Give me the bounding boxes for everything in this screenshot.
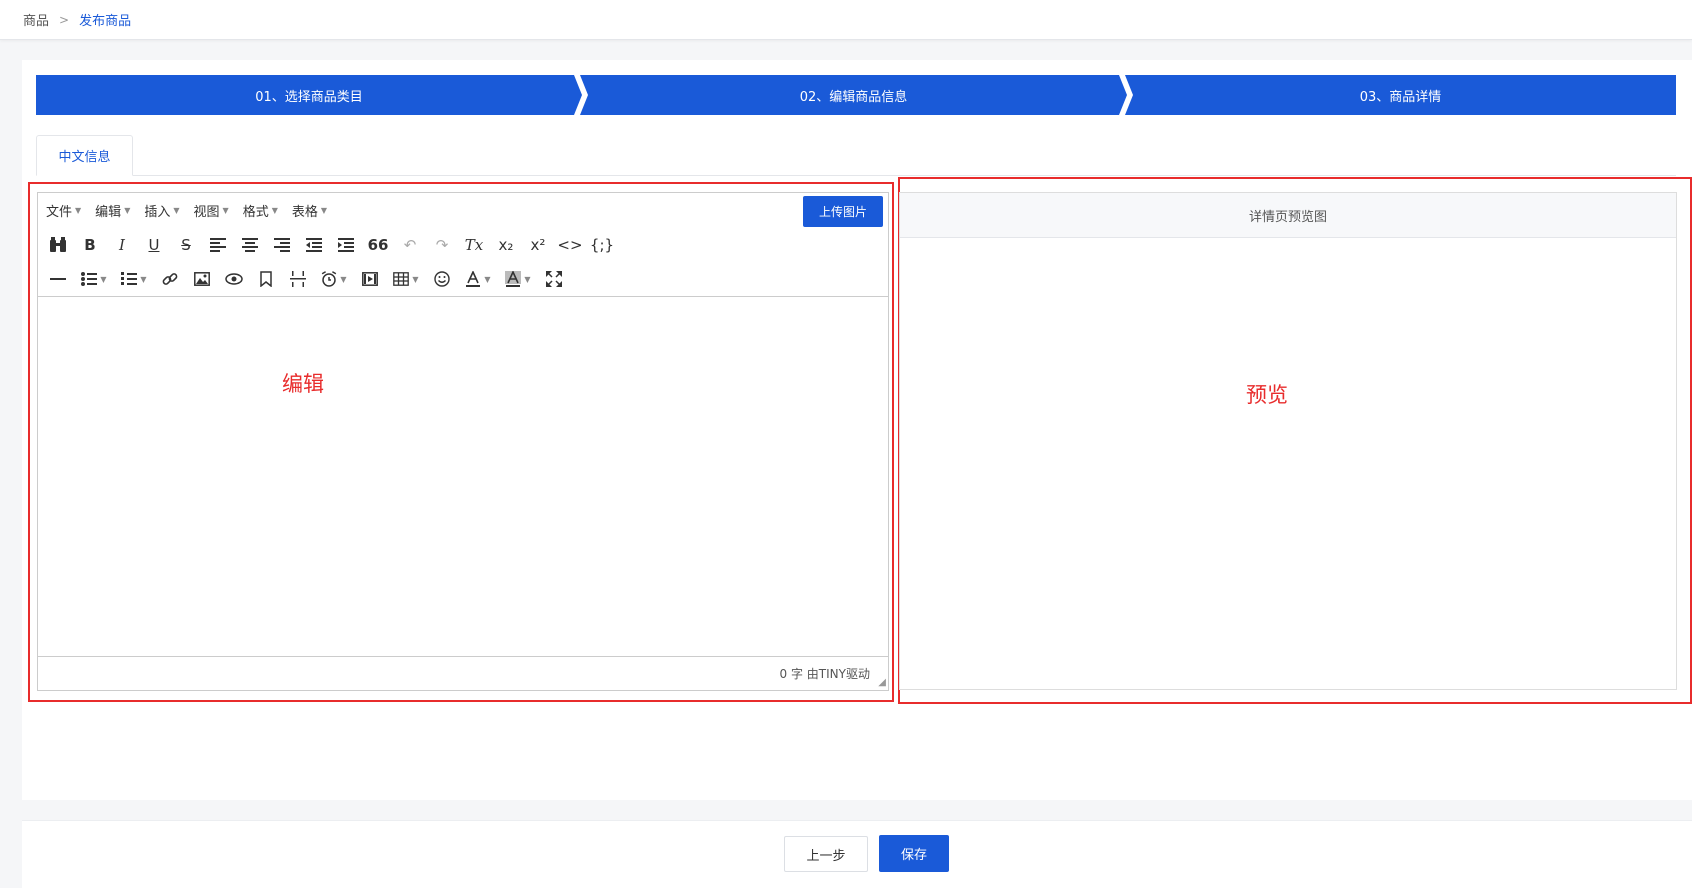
- menu-file[interactable]: 文件 ▼: [46, 201, 81, 220]
- annotation-preview-label: 预览: [1246, 383, 1288, 407]
- editor-content-area[interactable]: [38, 296, 888, 657]
- caret-down-icon: ▼: [320, 205, 328, 215]
- caret-down-icon: ▼: [173, 205, 180, 215]
- editor-toolbar-row-1: B I U S 66 ↶ ↷ Tx x₂ x² <> {;}: [38, 229, 888, 261]
- table-icon[interactable]: ▼: [388, 265, 424, 293]
- tab-bar: 中文信息: [36, 135, 1676, 176]
- menu-file-label: 文件: [46, 204, 73, 220]
- menu-view[interactable]: 视图 ▼: [194, 201, 229, 220]
- align-left-icon[interactable]: [204, 231, 232, 259]
- breadcrumb-separator: >: [59, 12, 70, 27]
- menu-insert-label: 插入: [144, 204, 171, 220]
- menu-view-label: 视图: [193, 204, 220, 220]
- resize-handle-icon[interactable]: ◢: [878, 677, 886, 688]
- numbered-list-icon[interactable]: ▼: [116, 265, 152, 293]
- annotation-edit-label: 编辑: [282, 372, 324, 396]
- fullscreen-icon[interactable]: [540, 265, 568, 293]
- background-color-icon[interactable]: ▼: [500, 265, 536, 293]
- horizontal-rule-icon[interactable]: [44, 265, 72, 293]
- preview-eye-icon[interactable]: [220, 265, 248, 293]
- menu-format[interactable]: 格式 ▼: [243, 201, 278, 220]
- undo-icon[interactable]: ↶: [396, 231, 424, 259]
- media-icon[interactable]: [356, 265, 384, 293]
- align-right-icon[interactable]: [268, 231, 296, 259]
- menu-table-label: 表格: [291, 204, 318, 220]
- step-select-category: 01、选择商品类目: [36, 75, 582, 115]
- emoticon-icon[interactable]: [428, 265, 456, 293]
- alarm-clock-icon[interactable]: ▼: [316, 265, 352, 293]
- bold-icon[interactable]: B: [76, 231, 104, 259]
- subscript-icon[interactable]: x₂: [492, 231, 520, 259]
- preview-header: 详情页预览图: [900, 193, 1676, 238]
- breadcrumb-current: 发布商品: [79, 14, 132, 29]
- clear-format-icon[interactable]: Tx: [460, 231, 488, 259]
- step-progress: 01、选择商品类目 02、编辑商品信息 03、商品详情: [36, 75, 1676, 115]
- caret-down-icon: ▼: [222, 205, 229, 215]
- bullet-list-icon[interactable]: ▼: [76, 265, 112, 293]
- word-count-status: 0 字 由TINY驱动: [779, 666, 870, 681]
- detail-preview-panel: 详情页预览图: [899, 192, 1677, 690]
- tab-chinese-info[interactable]: 中文信息: [36, 135, 133, 176]
- underline-icon[interactable]: U: [140, 231, 168, 259]
- align-center-icon[interactable]: [236, 231, 264, 259]
- editor-toolbar-row-2: ▼ ▼ ▼ ▼ ▼ ▼: [38, 263, 888, 295]
- menu-insert[interactable]: 插入 ▼: [144, 201, 179, 220]
- breadcrumb-root[interactable]: 商品: [23, 10, 49, 29]
- caret-down-icon: ▼: [271, 205, 278, 215]
- step-edit-info: 02、编辑商品信息: [580, 75, 1127, 115]
- code-icon[interactable]: <>: [556, 231, 584, 259]
- find-replace-icon[interactable]: [44, 231, 72, 259]
- editor-menubar: 文件 ▼ 编辑 ▼ 插入 ▼ 视图 ▼ 格式 ▼ 表格 ▼ 上传图片: [38, 193, 888, 227]
- previous-step-button[interactable]: 上一步: [784, 836, 868, 872]
- caret-down-icon: ▼: [75, 205, 82, 215]
- indent-icon[interactable]: [332, 231, 360, 259]
- outdent-icon[interactable]: [300, 231, 328, 259]
- breadcrumb: 商品 > 发布商品: [0, 0, 1692, 40]
- menu-format-label: 格式: [242, 204, 269, 220]
- rich-text-editor: 文件 ▼ 编辑 ▼ 插入 ▼ 视图 ▼ 格式 ▼ 表格 ▼ 上传图片 B I U S 66 …: [37, 192, 889, 691]
- image-icon[interactable]: [188, 265, 216, 293]
- strikethrough-icon[interactable]: S: [172, 231, 200, 259]
- upload-image-button[interactable]: 上传图片: [803, 196, 883, 227]
- template-icon[interactable]: {;}: [588, 231, 616, 259]
- menu-edit[interactable]: 编辑 ▼: [95, 201, 130, 220]
- superscript-icon[interactable]: x²: [524, 231, 552, 259]
- link-icon[interactable]: [156, 265, 184, 293]
- editor-statusbar: 0 字 由TINY驱动: [38, 656, 888, 690]
- bookmark-icon[interactable]: [252, 265, 280, 293]
- redo-icon[interactable]: ↷: [428, 231, 456, 259]
- step-product-detail: 03、商品详情: [1125, 75, 1676, 115]
- menu-table[interactable]: 表格 ▼: [292, 201, 327, 220]
- blockquote-icon[interactable]: 66: [364, 231, 392, 259]
- menu-edit-label: 编辑: [95, 204, 122, 220]
- save-button[interactable]: 保存: [879, 835, 949, 872]
- page-break-icon[interactable]: [284, 265, 312, 293]
- text-color-icon[interactable]: ▼: [460, 265, 496, 293]
- caret-down-icon: ▼: [124, 205, 131, 215]
- italic-icon[interactable]: I: [108, 231, 136, 259]
